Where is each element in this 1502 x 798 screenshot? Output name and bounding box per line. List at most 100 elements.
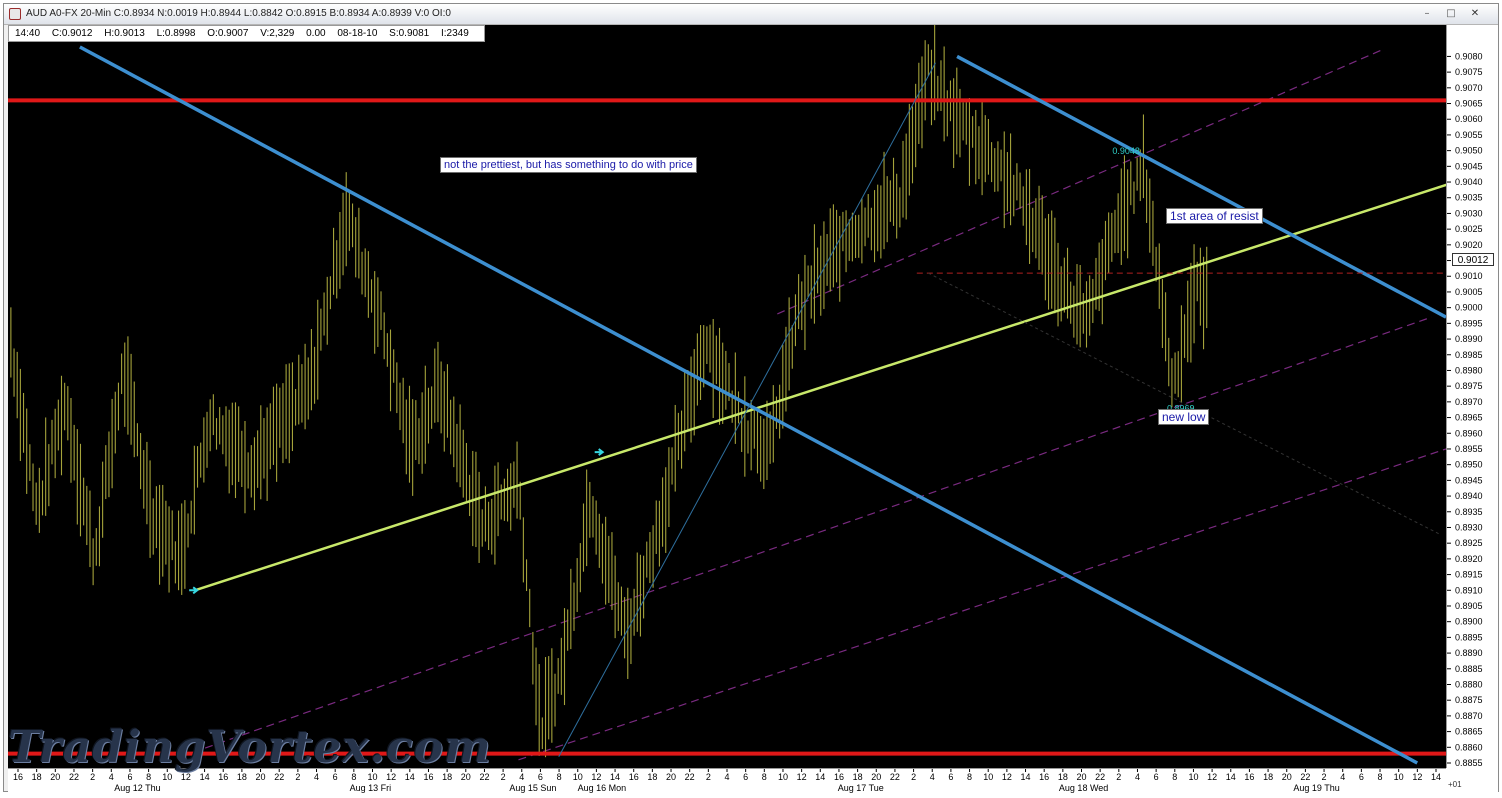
price-tick-label-11: 0.9025 — [1455, 224, 1483, 234]
channel-line-lower — [518, 448, 1446, 761]
price-tick-label-10: 0.9030 — [1455, 208, 1483, 218]
current-price-label: 0.9012 — [1452, 253, 1494, 266]
time-tick-label-57: 20 — [1076, 772, 1086, 782]
time-tick-label-47: 22 — [890, 772, 900, 782]
price-tick-label-32: 0.8920 — [1455, 554, 1483, 564]
uptrend-line — [194, 183, 1446, 592]
time-tick-label-74: 10 — [1394, 772, 1404, 782]
price-tick-label-15: 0.9005 — [1455, 287, 1483, 297]
time-tick-label-62: 8 — [1172, 772, 1177, 782]
time-tick-label-17: 6 — [333, 772, 338, 782]
time-tick-label-23: 18 — [442, 772, 452, 782]
window-title: AUD A0-FX 20-Min C:0.8934 N:0.0019 H:0.8… — [26, 8, 451, 19]
time-tick-label-12: 18 — [237, 772, 247, 782]
time-tick-label-22: 16 — [423, 772, 433, 782]
time-tick-label-39: 6 — [743, 772, 748, 782]
time-tick-label-48: 2 — [911, 772, 916, 782]
price-tick-label-1: 0.9075 — [1455, 67, 1483, 77]
time-tick-label-46: 20 — [871, 772, 881, 782]
price-tick-label-40: 0.8880 — [1455, 679, 1483, 689]
arrow-marker-mid — [594, 448, 605, 456]
price-tick-label-27: 0.8945 — [1455, 475, 1483, 485]
price-tick-label-0: 0.9080 — [1455, 51, 1483, 61]
time-tick-label-70: 2 — [1322, 772, 1327, 782]
time-tick-label-6: 6 — [127, 772, 132, 782]
time-tick-label-64: 12 — [1207, 772, 1217, 782]
time-tick-label-33: 16 — [629, 772, 639, 782]
price-tick-label-34: 0.8910 — [1455, 585, 1483, 595]
info-index: I:2349 — [441, 28, 469, 39]
price-bars — [10, 25, 1208, 758]
time-tick-label-36: 22 — [685, 772, 695, 782]
channel-line-upper — [777, 49, 1382, 315]
price-axis-ticks: 0.9080 0.9075 0.9070 0.9065 0.9060 0.9055 0.90… — [1447, 51, 1483, 768]
time-tick-label-68: 20 — [1282, 772, 1292, 782]
time-day-label-5: Aug 18 Wed — [1059, 783, 1108, 793]
time-tick-label-60: 4 — [1135, 772, 1140, 782]
time-tick-label-3: 22 — [69, 772, 79, 782]
time-tick-label-42: 12 — [797, 772, 807, 782]
channel-line-middle — [180, 316, 1432, 758]
time-tick-label-7: 8 — [146, 772, 151, 782]
time-tick-label-67: 18 — [1263, 772, 1273, 782]
price-tick-label-7: 0.9045 — [1455, 161, 1483, 171]
time-tick-label-54: 14 — [1021, 772, 1031, 782]
price-tick-label-18: 0.8990 — [1455, 334, 1483, 344]
app-icon — [9, 8, 21, 20]
minimize-button[interactable]: – — [1420, 8, 1434, 20]
time-tick-label-31: 12 — [591, 772, 601, 782]
time-day-label-0: Aug 12 Thu — [114, 783, 160, 793]
time-tick-label-41: 10 — [778, 772, 788, 782]
info-open: O:0.9007 — [207, 28, 249, 39]
time-tick-label-34: 18 — [647, 772, 657, 782]
time-tick-label-1: 18 — [32, 772, 42, 782]
time-tick-label-66: 16 — [1244, 772, 1254, 782]
time-tick-label-5: 4 — [109, 772, 114, 782]
price-tick-label-28: 0.8940 — [1455, 491, 1483, 501]
time-tick-label-2: 20 — [50, 772, 60, 782]
annotation-price-note[interactable]: not the prettiest, but has something to … — [440, 157, 697, 173]
info-close: C:0.9012 — [51, 28, 93, 39]
time-tick-label-38: 4 — [724, 772, 729, 782]
annotation-resist[interactable]: 1st area of resist — [1166, 208, 1263, 224]
time-day-label-3: Aug 16 Mon — [578, 783, 627, 793]
maximize-button[interactable]: □ — [1444, 8, 1458, 20]
close-button[interactable]: ✕ — [1468, 8, 1482, 20]
annotation-new-low[interactable]: new low — [1158, 409, 1210, 425]
time-tick-label-69: 22 — [1300, 772, 1310, 782]
time-tick-label-26: 2 — [501, 772, 506, 782]
price-chart[interactable]: 0.90480.8969 — [8, 25, 1446, 768]
time-tick-label-56: 18 — [1058, 772, 1068, 782]
time-tick-label-8: 10 — [162, 772, 172, 782]
time-tick-label-10: 14 — [200, 772, 210, 782]
time-day-label-2: Aug 15 Sun — [509, 783, 556, 793]
price-tick-label-31: 0.8925 — [1455, 538, 1483, 548]
time-tick-label-21: 14 — [405, 772, 415, 782]
price-tick-label-17: 0.8995 — [1455, 318, 1483, 328]
time-tick-label-15: 2 — [295, 772, 300, 782]
price-tick-label-43: 0.8865 — [1455, 727, 1483, 737]
time-day-label-6: Aug 19 Thu — [1293, 783, 1339, 793]
price-tick-label-3: 0.9065 — [1455, 99, 1483, 109]
chart-canvas[interactable]: 0.90480.8969 — [8, 25, 1446, 768]
time-tick-label-0: 16 — [13, 772, 23, 782]
price-tick-label-38: 0.8890 — [1455, 648, 1483, 658]
price-tick-label-5: 0.9055 — [1455, 130, 1483, 140]
price-tick-label-35: 0.8905 — [1455, 601, 1483, 611]
price-tick-label-36: 0.8900 — [1455, 617, 1483, 627]
price-tick-label-4: 0.9060 — [1455, 114, 1483, 124]
time-tick-label-35: 20 — [666, 772, 676, 782]
time-tick-label-63: 10 — [1188, 772, 1198, 782]
time-day-label-4: Aug 17 Tue — [838, 783, 884, 793]
time-tick-label-20: 12 — [386, 772, 396, 782]
time-tick-label-9: 12 — [181, 772, 191, 782]
price-tick-label-2: 0.9070 — [1455, 83, 1483, 93]
price-tick-label-16: 0.9000 — [1455, 303, 1483, 313]
time-tick-label-24: 20 — [461, 772, 471, 782]
info-settle: S:0.9081 — [389, 28, 430, 39]
price-tick-label-20: 0.8980 — [1455, 365, 1483, 375]
time-tick-label-32: 14 — [610, 772, 620, 782]
price-axis[interactable]: 0.9080 0.9075 0.9070 0.9065 0.9060 0.9055 0.90… — [1446, 25, 1498, 768]
price-tick-label-44: 0.8860 — [1455, 742, 1483, 752]
price-tick-label-45: 0.8855 — [1455, 758, 1483, 768]
